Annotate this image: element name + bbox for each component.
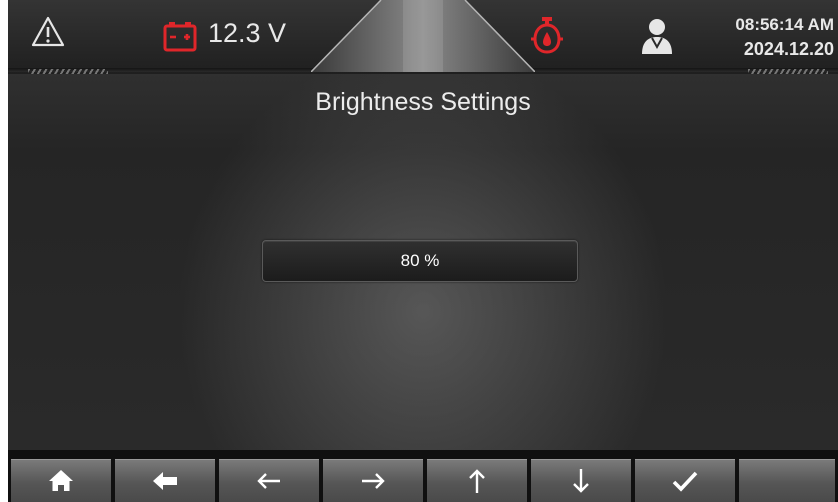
battery-icon	[163, 22, 197, 52]
operator-icon[interactable]	[640, 17, 674, 55]
brightness-value: 80 %	[400, 251, 440, 270]
arrow-up-icon	[469, 469, 485, 493]
clock-date: 2024.12.20	[743, 39, 834, 59]
battery-voltage: 12.3 V	[208, 18, 287, 48]
arrow-right-icon	[362, 473, 385, 489]
brightness-value-field[interactable]: 80 %	[262, 240, 578, 282]
status-bar: 12.3 V 08:56:14 AM 2024.12.20	[8, 0, 838, 74]
warning-icon[interactable]	[30, 14, 66, 50]
blank-softkey[interactable]	[739, 459, 835, 502]
back-icon	[153, 472, 177, 490]
check-icon	[672, 471, 698, 492]
clock-time: 08:56:14 AM	[735, 15, 834, 34]
center-tab-decoration	[311, 0, 535, 72]
up-button[interactable]	[427, 459, 527, 502]
back-button[interactable]	[115, 459, 215, 502]
down-button[interactable]	[531, 459, 631, 502]
display-screen: 12.3 V 08:56:14 AM 2024.12.20 Brightness…	[8, 0, 838, 502]
arrow-down-icon	[573, 469, 589, 493]
home-icon	[49, 470, 73, 491]
arrow-left-icon	[257, 473, 280, 489]
status-bar-hatch-left	[28, 69, 108, 74]
left-button[interactable]	[219, 459, 319, 502]
status-bar-hatch-right	[748, 69, 828, 74]
right-button[interactable]	[323, 459, 423, 502]
oil-pressure-icon	[531, 17, 563, 54]
page-title: Brightness Settings	[315, 88, 531, 116]
home-button[interactable]	[11, 459, 111, 502]
confirm-button[interactable]	[635, 459, 735, 502]
